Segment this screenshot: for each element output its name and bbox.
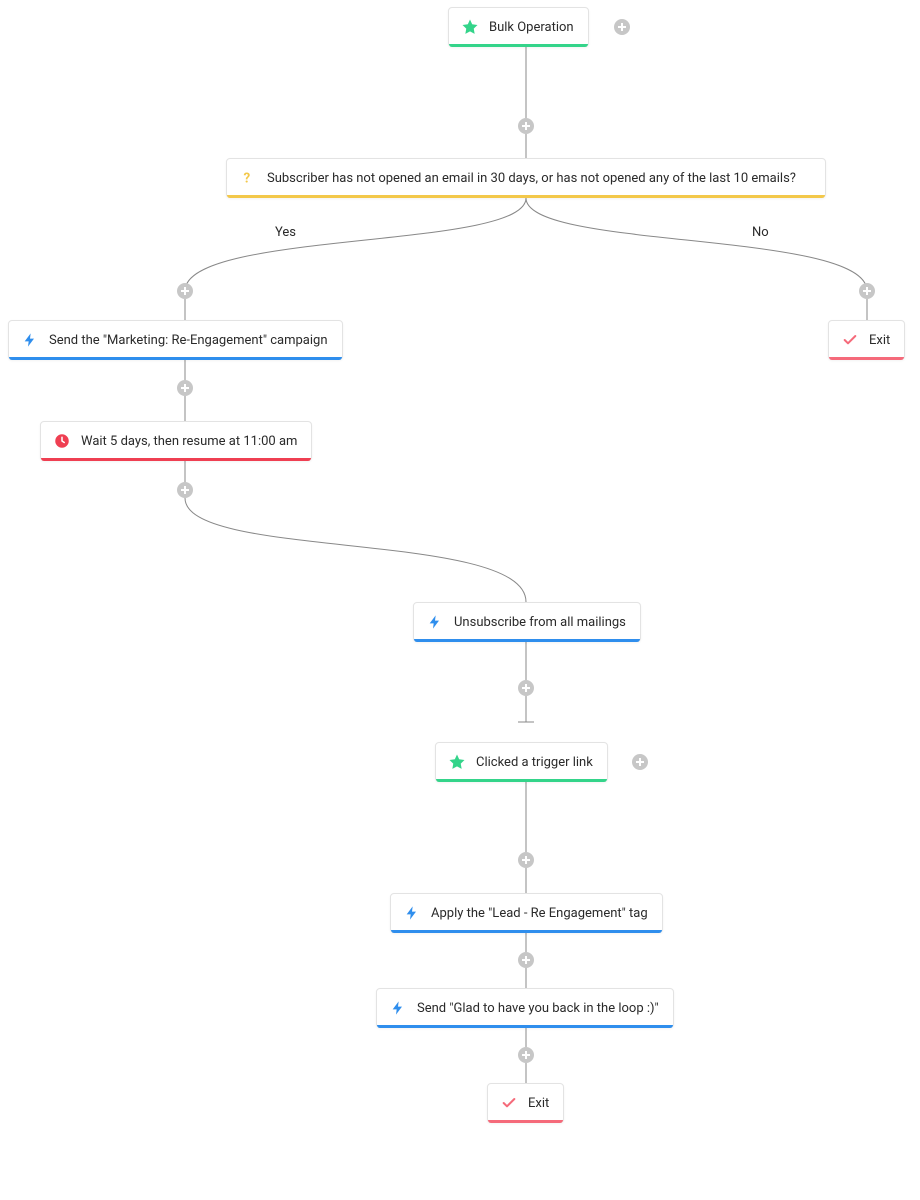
add-step-button[interactable]	[177, 482, 193, 498]
branch-label-yes: Yes	[275, 225, 296, 240]
question-icon: ?	[239, 169, 257, 187]
add-step-button[interactable]	[518, 680, 534, 696]
add-step-button[interactable]	[859, 283, 875, 299]
node-condition[interactable]: ? Subscriber has not opened an email in …	[226, 158, 826, 198]
node-label: Clicked a trigger link	[476, 755, 593, 770]
node-exit-final[interactable]: Exit	[487, 1083, 564, 1123]
lightning-icon	[426, 613, 444, 631]
check-icon	[500, 1094, 518, 1112]
node-label: Subscriber has not opened an email in 30…	[267, 171, 796, 186]
add-step-button[interactable]	[177, 380, 193, 396]
node-apply-tag[interactable]: Apply the "Lead - Re Engagement" tag	[390, 893, 663, 933]
node-send-glad[interactable]: Send "Glad to have you back in the loop …	[376, 988, 674, 1028]
star-icon	[448, 753, 466, 771]
node-bulk-operation[interactable]: Bulk Operation	[448, 7, 589, 47]
add-sibling-button[interactable]	[632, 754, 648, 770]
clock-icon	[53, 432, 71, 450]
star-icon	[461, 18, 479, 36]
add-step-button[interactable]	[518, 852, 534, 868]
add-sibling-button[interactable]	[614, 19, 630, 35]
add-step-button[interactable]	[518, 118, 534, 134]
node-label: Send "Glad to have you back in the loop …	[417, 1001, 659, 1016]
node-label: Unsubscribe from all mailings	[454, 615, 626, 630]
lightning-icon	[403, 904, 421, 922]
add-step-button[interactable]	[518, 952, 534, 968]
svg-text:?: ?	[244, 171, 251, 187]
node-label: Bulk Operation	[489, 20, 574, 35]
node-label: Exit	[869, 333, 890, 348]
branch-label-no: No	[752, 225, 769, 240]
check-icon	[841, 331, 859, 349]
lightning-icon	[21, 331, 39, 349]
node-send-reengagement[interactable]: Send the "Marketing: Re-Engagement" camp…	[8, 320, 343, 360]
node-exit-no[interactable]: Exit	[828, 320, 905, 360]
node-label: Apply the "Lead - Re Engagement" tag	[431, 906, 648, 921]
node-unsubscribe[interactable]: Unsubscribe from all mailings	[413, 602, 641, 642]
lightning-icon	[389, 999, 407, 1017]
node-label: Wait 5 days, then resume at 11:00 am	[81, 434, 297, 449]
node-label: Exit	[528, 1096, 549, 1111]
node-trigger-link[interactable]: Clicked a trigger link	[435, 742, 608, 782]
node-label: Send the "Marketing: Re-Engagement" camp…	[49, 333, 328, 348]
add-step-button[interactable]	[177, 283, 193, 299]
node-wait[interactable]: Wait 5 days, then resume at 11:00 am	[40, 421, 312, 461]
add-step-button[interactable]	[518, 1047, 534, 1063]
